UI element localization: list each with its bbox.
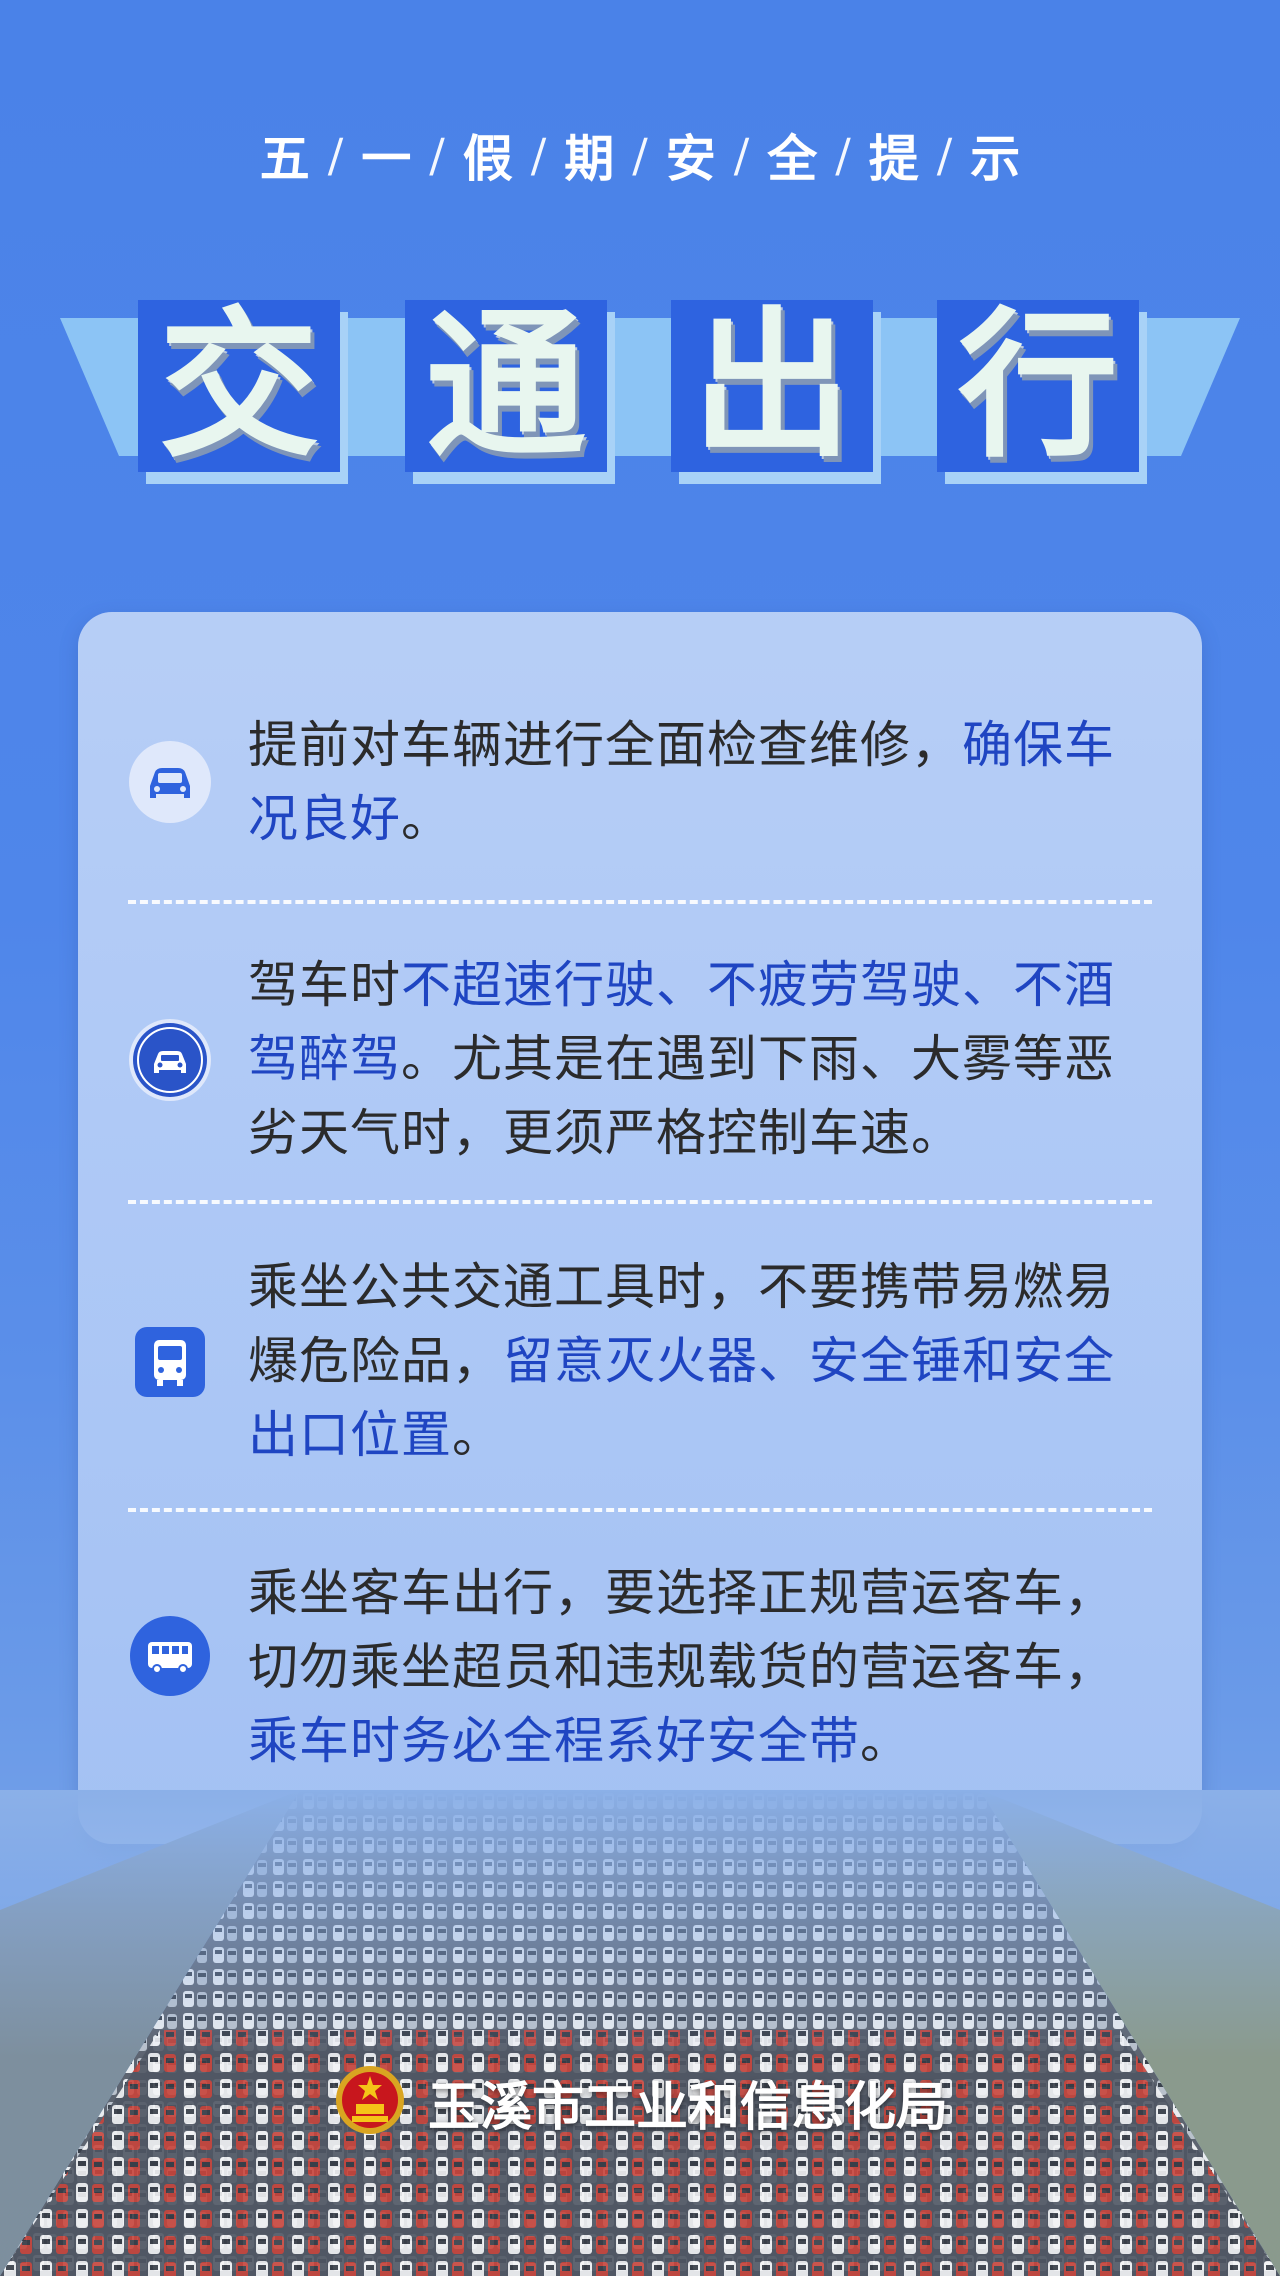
- subtitle-char: 全: [767, 129, 818, 188]
- coach-icon: [128, 1614, 212, 1698]
- title-char: 行: [937, 300, 1139, 472]
- holiday-safety-subtitle: 五 / 一 / 假 / 期 / 安 / 全 / 提 / 示: [0, 120, 1280, 190]
- tip-text: 乘坐客车出行，要选择正规营运客车，切勿乘坐超员和违规载货的营运客车， 乘车时务必全…: [248, 1556, 1148, 1778]
- tips-card: 提前对车辆进行全面检查维修，确保车况良好。 驾车时不超速行驶、不疲劳驾驶、不酒驾…: [78, 612, 1202, 1844]
- tip-text: 提前对车辆进行全面检查维修，确保车况良好。: [248, 708, 1148, 856]
- subtitle-char: 提: [868, 129, 919, 188]
- highway-traffic-photo: [0, 1790, 1280, 2276]
- title-char: 交: [138, 300, 340, 472]
- title-char: 出: [671, 300, 873, 472]
- subtitle-separator: /: [632, 128, 648, 182]
- national-emblem-icon: [332, 2062, 408, 2142]
- subtitle-separator: /: [530, 128, 547, 182]
- subtitle-separator: /: [327, 128, 344, 182]
- title-char: 通: [405, 300, 607, 472]
- dashed-divider: [128, 1200, 1152, 1204]
- tip-text-segment: 乘坐客车出行，要选择正规营运客车，切勿乘坐超员和违规载货的营运客车，: [248, 1564, 1115, 1696]
- subtitle-char: 示: [970, 129, 1021, 188]
- subtitle-char: 假: [462, 129, 513, 188]
- subtitle-char: 安: [665, 129, 716, 188]
- tip-text-segment: 提前对车辆进行全面检查维修，: [248, 716, 962, 774]
- tip-text-segment: 驾车时: [248, 956, 401, 1014]
- subtitle-char: 一: [361, 129, 412, 188]
- bus-icon: [128, 1320, 212, 1404]
- subtitle-separator: /: [429, 128, 445, 182]
- subtitle-char: 五: [259, 129, 310, 188]
- organization-name: 玉溪市工业和信息化局: [427, 2077, 948, 2138]
- subtitle-char: 期: [564, 129, 615, 188]
- footer: 玉溪市工业和信息化局: [0, 2062, 1280, 2142]
- dashed-divider: [128, 1508, 1152, 1512]
- tip-highlight: 乘车时务必全程系好安全带: [248, 1712, 860, 1770]
- car-front-icon: [128, 740, 212, 824]
- car-badge-icon: [128, 1018, 212, 1102]
- tip-text: 乘坐公共交通工具时，不要携带易燃易爆危险品，留意灭火器、安全锤和安全出口位置。: [248, 1250, 1148, 1472]
- tip-text-segment: 。: [860, 1712, 911, 1770]
- tip-text: 驾车时不超速行驶、不疲劳驾驶、不酒驾醉驾。尤其是在遇到下雨、大雾等恶劣天气时，更…: [248, 948, 1148, 1170]
- page-title: 交 通 出 行: [0, 300, 1280, 490]
- tip-text-segment: 。: [452, 1406, 503, 1464]
- dashed-divider: [128, 900, 1152, 904]
- subtitle-separator: /: [835, 128, 851, 182]
- tip-text-segment: 。: [401, 790, 452, 848]
- subtitle-separator: /: [936, 128, 953, 182]
- subtitle-separator: /: [733, 128, 750, 182]
